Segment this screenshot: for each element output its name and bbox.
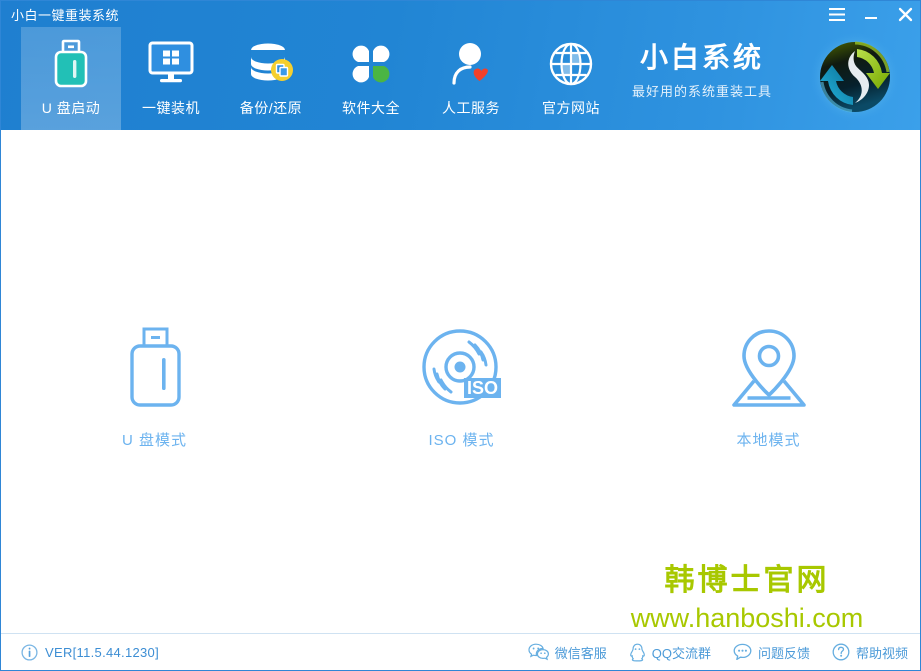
brand-block: 小白系统 最好用的系统重装工具	[612, 42, 792, 100]
watermark: 韩博士官网 www.hanboshi.com	[582, 563, 912, 634]
nav-item-backup-restore[interactable]: 备份/还原	[221, 27, 321, 130]
window-title: 小白一键重装系统	[11, 8, 120, 23]
nav-item-usb-boot[interactable]: U 盘启动	[21, 27, 121, 130]
mode-label: ISO 模式	[428, 432, 495, 449]
footer-link-qq[interactable]: QQ交流群	[629, 643, 711, 662]
map-pin-local-icon	[728, 325, 810, 413]
watermark-url: www.hanboshi.com	[630, 603, 864, 633]
info-icon	[21, 643, 38, 661]
qq-penguin-icon	[629, 643, 645, 661]
footer-link-feedback[interactable]: 问题反馈	[733, 643, 810, 662]
nav-item-official-site[interactable]: 官方网站	[521, 27, 621, 130]
question-mark-icon	[832, 643, 850, 661]
close-icon	[898, 7, 912, 21]
close-button[interactable]	[888, 1, 920, 27]
nav-item-software-library[interactable]: 软件大全	[321, 27, 421, 130]
mode-selector: U 盘模式 ISO ISO 模式 本地模式	[1, 325, 920, 450]
nav-label: 一键装机	[142, 100, 200, 116]
window-controls	[820, 1, 920, 27]
usb-mode-icon	[124, 325, 186, 413]
footer-link-label: 问题反馈	[757, 645, 810, 661]
nav-item-human-service[interactable]: 人工服务	[421, 27, 521, 130]
mode-label: U 盘模式	[121, 432, 187, 449]
mode-label: 本地模式	[736, 432, 801, 449]
mode-usb[interactable]: U 盘模式	[1, 325, 308, 450]
brand-logo	[808, 30, 902, 124]
mode-local[interactable]: 本地模式	[615, 325, 920, 450]
wechat-icon	[528, 643, 549, 661]
refresh-cycle-logo-icon	[810, 32, 900, 122]
mode-iso[interactable]: ISO ISO 模式	[308, 325, 615, 450]
nav-label: U 盘启动	[41, 100, 101, 116]
footer-link-help-video[interactable]: 帮助视频	[832, 643, 908, 662]
speech-bubble-icon	[733, 643, 752, 661]
iso-disc-icon: ISO	[420, 325, 504, 413]
status-bar: VER[11.5.44.1230] 微信客服 QQ交流群 问题反馈 帮助视频	[1, 633, 920, 670]
footer-link-label: 微信客服	[554, 645, 607, 661]
usb-drive-icon	[51, 39, 91, 89]
brand-tagline: 最好用的系统重装工具	[631, 83, 772, 99]
nav-label: 软件大全	[342, 100, 400, 116]
main-navigation: U 盘启动 一键装机 备份/还原 软件大全 人工服务 官方网站	[21, 27, 621, 130]
footer-link-wechat[interactable]: 微信客服	[528, 643, 607, 662]
footer-link-label: QQ交流群	[651, 645, 711, 661]
menu-button[interactable]	[820, 1, 854, 27]
version-info: VER[11.5.44.1230]	[21, 643, 159, 661]
application-window: 小白一键重装系统 U 盘启动 一键装机 备份/还原 软件大全 人工服务 官方网站…	[0, 0, 921, 671]
footer-link-label: 帮助视频	[855, 645, 908, 661]
nav-label: 人工服务	[442, 100, 500, 116]
nav-label: 备份/还原	[239, 100, 303, 116]
hamburger-icon	[829, 7, 845, 21]
monitor-windows-icon	[147, 39, 195, 89]
person-heart-icon	[448, 39, 494, 89]
watermark-title: 韩博士官网	[664, 564, 830, 597]
brand-name: 小白系统	[639, 42, 764, 73]
minimize-icon	[865, 16, 877, 19]
nav-label: 官方网站	[542, 100, 600, 116]
minimize-button[interactable]	[854, 1, 888, 27]
footer-links: 微信客服 QQ交流群 问题反馈 帮助视频	[528, 643, 908, 662]
globe-icon	[548, 39, 594, 89]
main-content: U 盘模式 ISO ISO 模式 本地模式 韩博士官网 www.hanboshi…	[1, 130, 920, 636]
clover-apps-icon	[348, 39, 394, 89]
database-backup-icon	[247, 39, 295, 89]
svg-text:ISO: ISO	[466, 378, 497, 398]
title-bar: 小白一键重装系统	[1, 1, 920, 27]
version-label: VER[11.5.44.1230]	[45, 644, 159, 660]
nav-item-one-key-install[interactable]: 一键装机	[121, 27, 221, 130]
app-header: 小白一键重装系统 U 盘启动 一键装机 备份/还原 软件大全 人工服务 官方网站…	[1, 1, 920, 130]
